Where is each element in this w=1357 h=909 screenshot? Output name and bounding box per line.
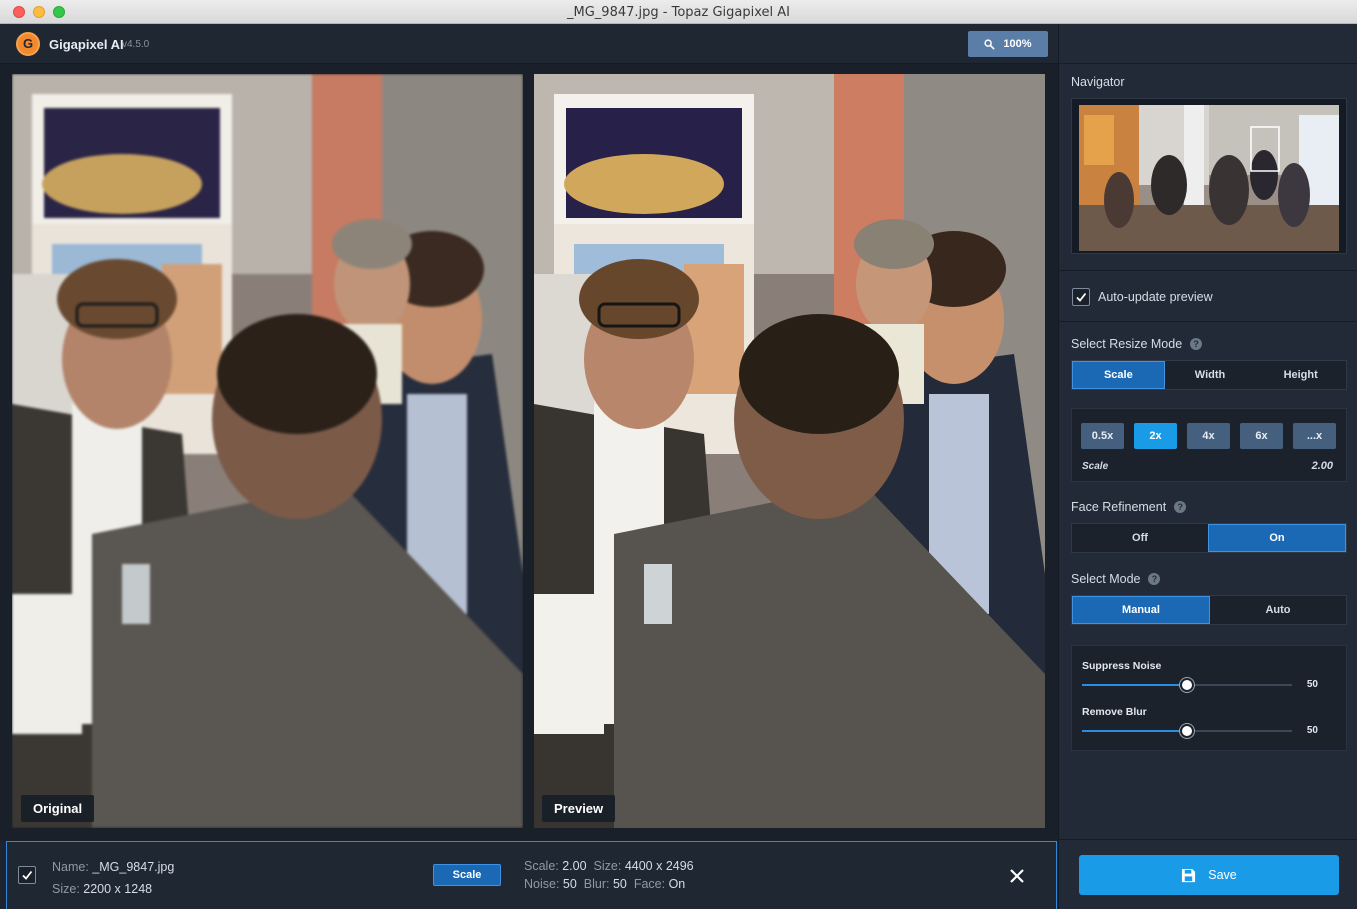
scale-buttons: 0.5x 2x 4x 6x ...x <box>1081 423 1336 449</box>
window-titlebar: _MG_9847.jpg - Topaz Gigapixel AI <box>0 0 1357 24</box>
remove-blur-handle[interactable] <box>1180 724 1194 738</box>
resize-mode-title: Select Resize Mode? <box>1071 337 1203 351</box>
resize-mode-width[interactable]: Width <box>1165 361 1256 389</box>
checkmark-icon <box>22 870 33 880</box>
panel-header <box>1059 24 1357 64</box>
original-photo <box>12 74 523 828</box>
mode-manual[interactable]: Manual <box>1072 596 1210 624</box>
face-refinement-off[interactable]: Off <box>1072 524 1208 552</box>
scale-2x-button[interactable]: 2x <box>1134 423 1177 449</box>
navigator-title: Navigator <box>1071 75 1125 89</box>
help-icon[interactable]: ? <box>1148 573 1161 585</box>
suppress-noise-value: 50 <box>1306 679 1318 690</box>
remove-blur-value: 50 <box>1306 725 1318 736</box>
remove-blur-slider[interactable] <box>1082 724 1292 738</box>
floppy-disk-icon <box>1182 868 1196 882</box>
navigator-thumbnail[interactable] <box>1071 98 1347 254</box>
app-version: v4.5.0 <box>122 39 150 50</box>
resize-mode-height[interactable]: Height <box>1255 361 1346 389</box>
panel-divider <box>1059 270 1357 271</box>
window-title: _MG_9847.jpg - Topaz Gigapixel AI <box>567 5 790 20</box>
mode-auto[interactable]: Auto <box>1210 596 1346 624</box>
file-bar[interactable]: Name: _MG_9847.jpg Size: 2200 x 1248 Sca… <box>6 841 1057 909</box>
magnifier-icon <box>984 38 996 50</box>
scale-options-box: 0.5x 2x 4x 6x ...x Scale 2.00 <box>1071 408 1347 482</box>
scale-6x-button[interactable]: 6x <box>1240 423 1283 449</box>
scale-label: Scale <box>1082 461 1109 472</box>
scale-4x-button[interactable]: 4x <box>1187 423 1230 449</box>
remove-blur-label: Remove Blur <box>1082 706 1147 718</box>
face-refinement-selector: Off On <box>1071 523 1347 553</box>
suppress-noise-handle[interactable] <box>1180 678 1194 692</box>
scale-0-5x-button[interactable]: 0.5x <box>1081 423 1124 449</box>
auto-update-checkbox[interactable] <box>1072 288 1090 306</box>
help-icon[interactable]: ? <box>1190 338 1203 350</box>
settings-panel: Navigator Auto-update preview Select Res… <box>1058 24 1357 909</box>
remove-file-close-icon[interactable] <box>1007 866 1027 886</box>
image-viewer: Original Preview <box>0 64 1058 841</box>
original-label: Original <box>21 795 95 822</box>
preview-label: Preview <box>542 795 616 822</box>
preview-pane[interactable]: Preview <box>534 74 1045 828</box>
zoom-button[interactable]: 100% <box>968 31 1048 57</box>
checkmark-icon <box>1076 292 1087 302</box>
auto-update-row[interactable]: Auto-update preview <box>1072 288 1213 306</box>
suppress-noise-label: Suppress Noise <box>1082 660 1162 672</box>
remove-blur-fill <box>1082 730 1187 732</box>
suppress-noise-fill <box>1082 684 1187 686</box>
file-output-settings: Noise: 50 Blur: 50 Face: On <box>524 877 686 891</box>
save-button[interactable]: Save <box>1079 855 1339 895</box>
file-select-checkbox[interactable] <box>18 866 36 884</box>
zoom-level: 100% <box>1003 38 1032 50</box>
auto-update-label: Auto-update preview <box>1098 290 1213 304</box>
face-refinement-on[interactable]: On <box>1208 524 1346 552</box>
preview-photo <box>534 74 1045 828</box>
manual-sliders-box: Suppress Noise 50 Remove Blur 50 <box>1071 645 1347 751</box>
original-pane[interactable]: Original <box>12 74 523 828</box>
file-name: Name: _MG_9847.jpg <box>52 860 175 874</box>
select-mode-title: Select Mode? <box>1071 572 1161 586</box>
file-input-size: Size: 2200 x 1248 <box>52 882 153 896</box>
resize-mode-scale[interactable]: Scale <box>1072 361 1165 389</box>
scale-value: 2.00 <box>1311 460 1333 472</box>
help-icon[interactable]: ? <box>1174 501 1187 513</box>
resize-mode-selector: Scale Width Height <box>1071 360 1347 390</box>
panel-divider <box>1059 839 1357 840</box>
face-refinement-title: Face Refinement? <box>1071 500 1187 514</box>
app-name: Gigapixel AI <box>49 37 124 52</box>
file-output-scale-size: Scale: 2.00 Size: 4400 x 2496 <box>524 859 694 873</box>
panel-divider <box>1059 321 1357 322</box>
scale-custom-button[interactable]: ...x <box>1293 423 1336 449</box>
save-label: Save <box>1208 868 1237 882</box>
app-header: G Gigapixel AI v4.5.0 100% <box>0 24 1058 64</box>
select-mode-selector: Manual Auto <box>1071 595 1347 625</box>
gigapixel-logo-icon: G <box>16 32 40 56</box>
suppress-noise-slider[interactable] <box>1082 678 1292 692</box>
file-mode-badge: Scale <box>433 864 501 886</box>
